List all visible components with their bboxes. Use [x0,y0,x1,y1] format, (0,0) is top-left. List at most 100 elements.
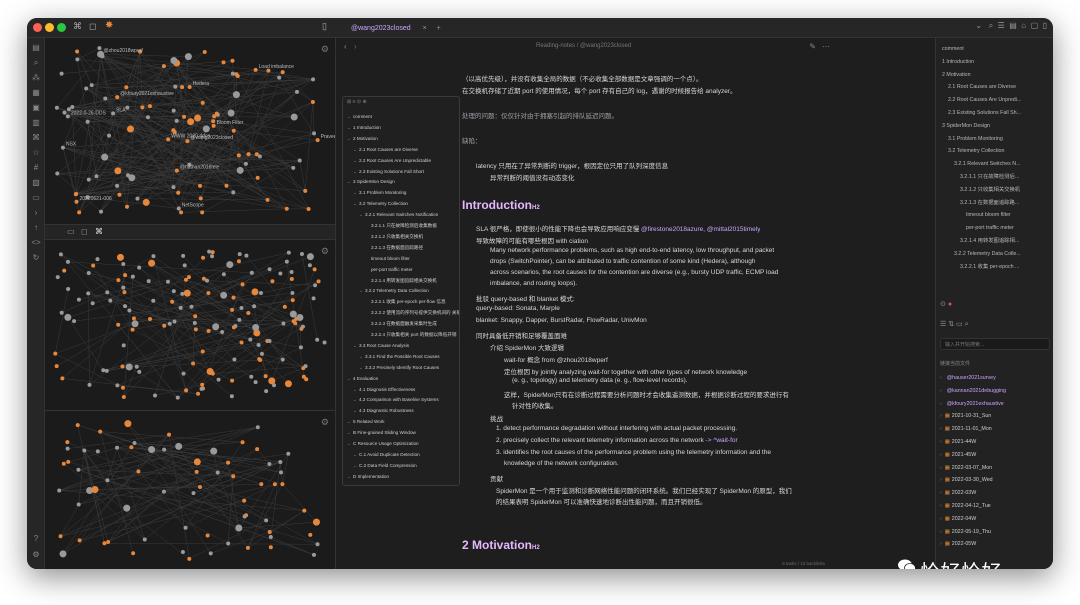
graph-node[interactable] [298,345,303,350]
chevron-right-icon[interactable]: › [940,426,942,432]
graph-node[interactable] [224,183,229,188]
graph-node[interactable] [206,329,211,334]
graph-node[interactable] [140,105,145,110]
graph-node[interactable] [246,311,251,316]
graph-node[interactable] [179,210,184,215]
graph-node[interactable] [120,385,125,390]
chevron-right-icon[interactable]: › [940,465,942,471]
graph-node[interactable] [278,459,283,464]
file-item[interactable]: › ▦ 2021-11-01_Mon [940,423,1052,435]
graph-node[interactable] [239,340,244,345]
graph-node[interactable] [65,446,70,451]
outline-item[interactable]: 3.2.1.4 用转发图追踪相... [940,236,1052,247]
graph-node[interactable] [253,67,258,72]
graph-node[interactable] [170,299,175,304]
outline-item[interactable]: per-port traffic meter [940,223,1052,234]
graph-node[interactable] [77,538,82,543]
new-tab-icon[interactable]: + [437,25,441,32]
graph-node[interactable] [121,395,126,400]
graph-node[interactable] [145,115,150,120]
graph-node[interactable] [289,310,297,318]
graph-node[interactable] [252,304,257,309]
refresh-icon[interactable]: ↻ [31,253,41,263]
graph-node[interactable] [153,393,158,398]
graph-node[interactable] [249,270,254,275]
toc-item[interactable]: ⌄ 3.2.1 Relevant Switches Notification [343,209,459,220]
graph-node[interactable] [183,289,191,297]
file-item[interactable]: › ▦ 2022-03W [940,487,1052,499]
chevron-right-icon[interactable]: › [940,529,942,535]
graph-node[interactable] [230,378,235,383]
graph-node[interactable] [296,313,304,321]
graph-node[interactable] [237,317,242,322]
graph-node[interactable] [185,139,190,144]
more-options-icon[interactable]: ⋯ [822,42,830,51]
graph-node[interactable] [181,253,186,258]
graph-node[interactable] [199,386,204,391]
chevron-down-icon[interactable]: ⌄ [975,21,982,30]
graph-node[interactable] [313,283,318,288]
graph-node[interactable] [131,320,139,328]
graph-node[interactable] [104,368,109,373]
outline-item[interactable]: 3.2.1.2 只收集相关交换机 [940,185,1052,196]
toc-item[interactable]: ⌄ C.2 Data Field Compression [343,460,459,471]
bookmark-icon[interactable]: ◻ [89,21,96,32]
graph-node[interactable] [54,364,59,369]
toc-item[interactable]: ⌄ C.1 Avoid Duplicate Detection [343,449,459,460]
graph-node[interactable] [54,105,59,110]
graph-node[interactable] [123,273,128,278]
graph-node[interactable] [192,320,197,325]
toc-item[interactable]: ⌄ 2.1 Root Causes are Diverse [343,144,459,155]
graph-node[interactable] [184,388,189,393]
chevron-right-icon[interactable]: › [940,401,942,407]
graph-node[interactable] [103,96,108,101]
graph-node[interactable] [202,49,207,54]
graph-node[interactable] [216,377,221,382]
graph-settings-icon[interactable]: ⚙ [321,44,329,55]
search-icon[interactable]: ⌕ [31,58,41,68]
outline-item[interactable]: timeout bloom filter [940,210,1052,221]
graph-node[interactable] [86,270,91,275]
graph-canvas-3[interactable] [45,411,335,569]
graph-node[interactable] [268,545,273,550]
graph-view-tree[interactable]: ⚙ [45,410,335,569]
graph-node[interactable] [191,361,196,366]
graph-node[interactable] [101,153,109,161]
toc-item[interactable]: ⌄ 3 SpiderMon Design [343,176,459,187]
graph-icon[interactable]: ⁂ [31,73,41,83]
graph-node[interactable] [95,257,100,262]
graph-node[interactable] [162,323,167,328]
tag-icon[interactable]: ⌂ [1021,21,1026,30]
file-icon[interactable]: ▢ [1031,21,1039,30]
graph-node[interactable] [307,263,312,268]
graph-node[interactable] [272,482,277,487]
graph-node[interactable] [94,174,99,179]
graph-node[interactable] [151,254,156,259]
folder-tab-icon[interactable]: ▭ [67,227,75,236]
graph-settings-icon[interactable]: ⚙ [321,417,329,428]
graph-node[interactable] [187,118,195,126]
graph-node[interactable] [172,319,177,324]
graph-node[interactable] [311,552,316,557]
graph-node[interactable] [129,445,134,450]
toc-item[interactable]: ⌄ 4 Evaluation [343,373,459,384]
file-item[interactable]: › @kannan2021debugging [940,385,1052,397]
file-item[interactable]: › ▦ 2021-10-31_Sun [940,410,1052,422]
graph-node[interactable] [231,474,236,479]
graph-node[interactable] [116,278,121,283]
graph-node[interactable] [176,206,181,211]
graph-node[interactable] [215,470,220,475]
graph-node[interactable] [230,307,235,312]
graph-node[interactable] [62,268,67,273]
graph-view-icon[interactable]: ⌘ [73,21,82,32]
graph-node[interactable] [211,119,216,124]
graph-node[interactable] [116,322,121,327]
graph-node[interactable] [226,541,231,546]
graph-node[interactable] [259,351,264,356]
graph-node[interactable] [210,447,218,455]
graph-node[interactable] [212,323,220,331]
graph-node[interactable] [65,114,70,119]
graph-node[interactable] [55,275,60,280]
chevron-right-icon[interactable]: › [940,516,942,522]
toc-item[interactable]: ⌄ 3.2 Telemetry Collection [343,198,459,209]
